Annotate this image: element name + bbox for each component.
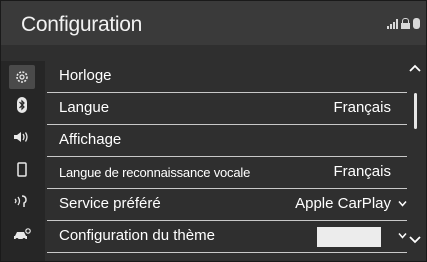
gear-icon[interactable]	[9, 65, 35, 89]
scrollbar-thumb[interactable]	[414, 93, 417, 129]
theme-preview	[317, 227, 381, 247]
row-label: Horloge	[59, 67, 112, 84]
chevron-down-icon	[398, 233, 407, 239]
row-value: Français	[333, 163, 391, 180]
row-label: Configuration du thème	[59, 227, 215, 244]
row-label: Affichage	[59, 131, 122, 148]
header-bar: Configuration	[1, 1, 426, 45]
car-settings-icon[interactable]	[9, 223, 35, 247]
phone-icon[interactable]	[9, 157, 35, 181]
row-value: Apple CarPlay	[295, 195, 391, 212]
voice-icon[interactable]	[9, 189, 35, 213]
page-title: Configuration	[21, 13, 143, 36]
signal-icon	[387, 19, 398, 29]
bluetooth-icon[interactable]	[9, 93, 35, 117]
lock-icon	[401, 18, 410, 29]
speaker-icon[interactable]	[9, 125, 35, 149]
row-label: Langue de reconnaissance vocale	[59, 165, 251, 180]
bluetooth-status-icon	[413, 18, 420, 29]
row-label: Langue	[59, 99, 110, 116]
row-service-prefere[interactable]: Service préféré Apple CarPlay	[47, 189, 407, 221]
sidebar	[1, 61, 45, 261]
scroll-down-icon[interactable]	[408, 233, 422, 245]
row-value: Français	[333, 99, 391, 116]
settings-list: Horloge Langue Français Affichage Langue…	[47, 61, 426, 261]
row-langue-reconnaissance-vocale[interactable]: Langue de reconnaissance vocale Français	[47, 157, 407, 189]
chevron-down-icon	[398, 201, 407, 207]
configuration-screen: Configuration Horloge Langue Français Af…	[0, 0, 427, 262]
scroll-up-icon[interactable]	[408, 63, 422, 75]
row-affichage[interactable]: Affichage	[47, 125, 407, 157]
status-icons	[387, 15, 420, 29]
row-langue[interactable]: Langue Français	[47, 93, 407, 125]
row-label: Service préféré	[59, 195, 161, 212]
row-configuration-theme[interactable]: Configuration du thème	[47, 221, 407, 253]
row-horloge[interactable]: Horloge	[47, 61, 407, 93]
